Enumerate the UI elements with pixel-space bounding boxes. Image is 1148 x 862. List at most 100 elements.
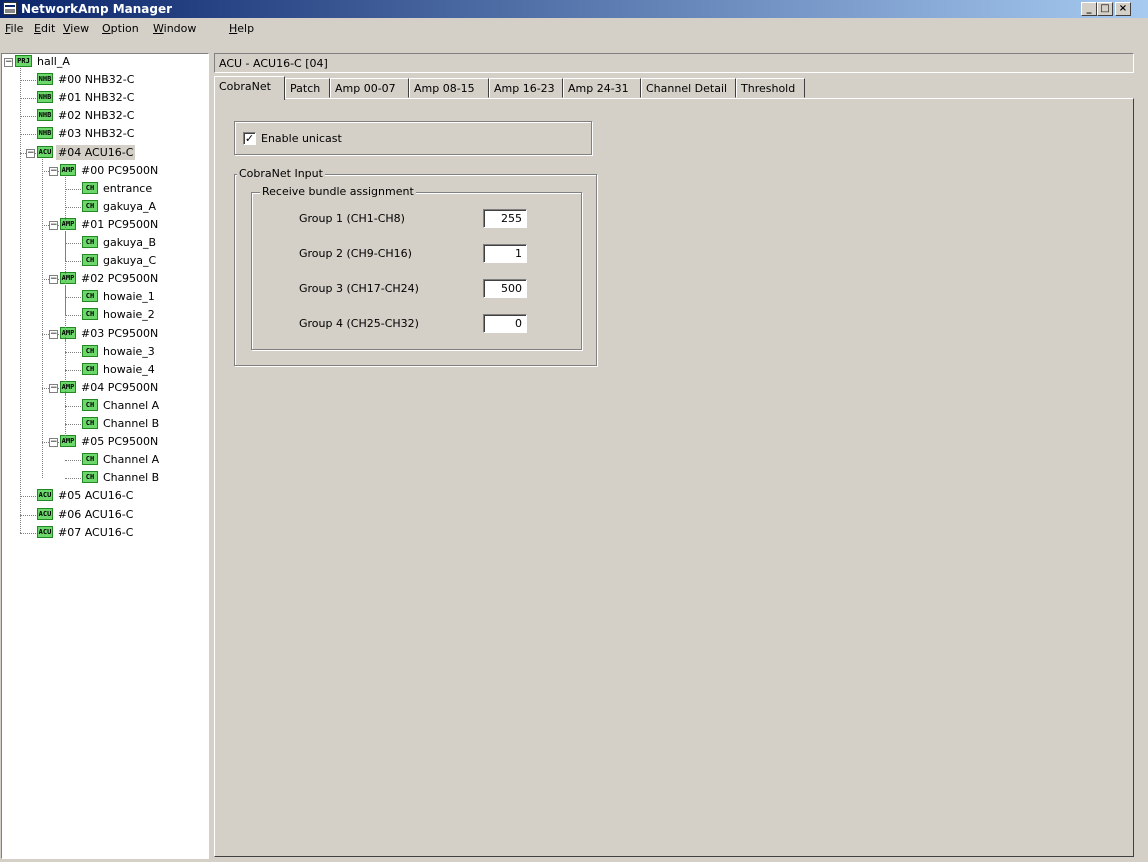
amp-icon: AMP xyxy=(60,326,76,339)
project-tree[interactable]: − PRJ hall_A NHB #00 NHB32-C NHB #01 NHB32-C NH… xyxy=(1,53,209,859)
tree-node[interactable]: − PRJ hall_A xyxy=(2,54,208,70)
tree-node[interactable]: − AMP #05 PC9500N xyxy=(2,434,208,450)
tree-node[interactable]: CH entrance xyxy=(2,181,208,197)
acu-icon: ACU xyxy=(37,489,53,502)
tab-cobranet[interactable]: CobraNet xyxy=(214,76,285,100)
tree-node-label: #05 ACU16-C xyxy=(58,489,134,503)
tree-node[interactable]: − ACU #04 ACU16-C xyxy=(2,144,208,161)
ch-icon: CH xyxy=(82,199,98,212)
unicast-box: ✓ Enable unicast xyxy=(234,121,592,155)
tree-connector xyxy=(65,351,81,353)
group-2-input[interactable]: 1 xyxy=(483,244,527,263)
collapse-icon[interactable]: − xyxy=(49,220,58,230)
tree-connector xyxy=(20,98,36,100)
tree-node[interactable]: ACU #06 ACU16-C xyxy=(2,507,208,523)
tree-node-label: Channel B xyxy=(103,417,160,430)
collapse-icon[interactable]: − xyxy=(49,166,58,176)
tree-node[interactable]: NHB #02 NHB32-C xyxy=(2,108,208,124)
amp-icon: AMP xyxy=(60,217,76,230)
tab-threshold[interactable]: Threshold xyxy=(736,78,805,98)
amp-icon: AMP xyxy=(60,435,76,448)
ch-icon: CH xyxy=(82,362,98,375)
tree-node[interactable]: ACU #05 ACU16-C xyxy=(2,488,208,504)
tree-node[interactable]: CH Channel B xyxy=(2,416,208,432)
tree-connector xyxy=(20,532,36,534)
collapse-icon[interactable]: − xyxy=(49,383,58,393)
tree-connector xyxy=(65,424,81,425)
tree-node[interactable]: CH howaie_4 xyxy=(2,362,208,378)
app-icon[interactable] xyxy=(3,2,17,15)
menu-option[interactable]: Option xyxy=(102,22,139,35)
close-button[interactable]: × xyxy=(1115,2,1131,16)
tree-node[interactable]: CH howaie_3 xyxy=(2,344,208,360)
tree-node-label: #03 NHB32-C xyxy=(58,127,135,141)
group-3-input[interactable]: 500 xyxy=(483,279,527,298)
receive-bundle-group: Receive bundle assignment Group 1 (CH1-C… xyxy=(251,185,582,350)
group-4-input[interactable]: 0 xyxy=(483,314,527,333)
tree-connector xyxy=(65,460,81,462)
tree-node[interactable]: − AMP #00 PC9500N xyxy=(2,163,208,179)
collapse-icon[interactable]: − xyxy=(49,438,58,448)
tree-node[interactable]: CH howaie_2 xyxy=(2,307,208,323)
tree-node[interactable]: − AMP #02 PC9500N xyxy=(2,271,208,287)
tab-patch[interactable]: Patch xyxy=(285,78,330,98)
tab-amp-00-07[interactable]: Amp 00-07 xyxy=(330,78,409,98)
receive-bundle-title: Receive bundle assignment xyxy=(260,185,416,198)
tree-node[interactable]: ACU #07 ACU16-C xyxy=(2,525,208,541)
collapse-icon[interactable]: − xyxy=(49,275,58,285)
tab-amp-08-15[interactable]: Amp 08-15 xyxy=(409,78,489,98)
tab-amp-16-23[interactable]: Amp 16-23 xyxy=(489,78,563,98)
tree-node[interactable]: NHB #00 NHB32-C xyxy=(2,72,208,88)
tree-node-label: Channel A xyxy=(103,453,160,467)
ch-icon: CH xyxy=(82,417,98,429)
tree-node[interactable]: CH gakuya_C xyxy=(2,253,208,269)
tree-node[interactable]: CH gakuya_A xyxy=(2,199,208,215)
tree-connector xyxy=(65,478,81,480)
tab-amp-24-31[interactable]: Amp 24-31 xyxy=(563,78,641,98)
tree-node[interactable]: − AMP #01 PC9500N xyxy=(2,217,208,233)
tree-node-label: Channel B xyxy=(103,471,160,485)
menu-edit[interactable]: Edit xyxy=(34,22,55,35)
group-1-label: Group 1 (CH1-CH8) xyxy=(299,212,405,225)
tree-node[interactable]: CH Channel A xyxy=(2,398,208,414)
tree-connector xyxy=(65,369,81,371)
tree-guide xyxy=(65,285,66,316)
group-1-input[interactable]: 255 xyxy=(483,209,527,228)
tree-node-label: #01 PC9500N xyxy=(81,217,159,231)
tree-connector xyxy=(65,261,81,263)
tree-node-label: howaie_3 xyxy=(103,344,155,358)
collapse-icon[interactable]: − xyxy=(49,329,58,339)
tree-node[interactable]: CH Channel B xyxy=(2,470,208,486)
tree-node-label: #03 PC9500N xyxy=(81,326,159,340)
tree-node[interactable]: CH howaie_1 xyxy=(2,289,208,305)
title-bar: NetworkAmp Manager _ □ × xyxy=(0,0,1148,18)
tree-node[interactable]: NHB #01 NHB32-C xyxy=(2,90,208,106)
menu-help[interactable]: Help xyxy=(229,22,254,35)
menu-view[interactable]: View xyxy=(63,22,89,35)
enable-unicast-checkbox[interactable]: ✓ xyxy=(243,132,256,145)
menu-window[interactable]: Window xyxy=(153,22,196,35)
tree-node-label: entrance xyxy=(103,181,153,195)
tree-connector xyxy=(20,496,36,498)
tree-node-label: hall_A xyxy=(37,55,70,68)
nhb-icon: NHB xyxy=(37,127,53,140)
ch-icon: CH xyxy=(82,471,98,484)
tree-node[interactable]: − AMP #04 PC9500N xyxy=(2,380,208,396)
nhb-icon: NHB xyxy=(37,109,53,122)
tree-node[interactable]: CH Channel A xyxy=(2,452,208,468)
tree-node[interactable]: NHB #03 NHB32-C xyxy=(2,126,208,142)
maximize-button[interactable]: □ xyxy=(1097,2,1113,16)
main-area: ACU - ACU16-C [04] CobraNet Patch Amp 00… xyxy=(214,53,1146,859)
tree-connector xyxy=(65,297,81,299)
menu-file[interactable]: File xyxy=(5,22,23,35)
tab-channel-detail[interactable]: Channel Detail xyxy=(641,78,736,98)
ch-icon: CH xyxy=(82,290,98,303)
tree-node-label: howaie_4 xyxy=(103,362,155,376)
tree-node[interactable]: − AMP #03 PC9500N xyxy=(2,326,208,342)
minimize-button[interactable]: _ xyxy=(1081,2,1097,16)
collapse-icon[interactable]: − xyxy=(4,58,13,67)
tree-connector xyxy=(20,514,36,516)
prj-icon: PRJ xyxy=(15,55,32,67)
collapse-icon[interactable]: − xyxy=(26,148,35,158)
tree-node[interactable]: CH gakuya_B xyxy=(2,235,208,251)
